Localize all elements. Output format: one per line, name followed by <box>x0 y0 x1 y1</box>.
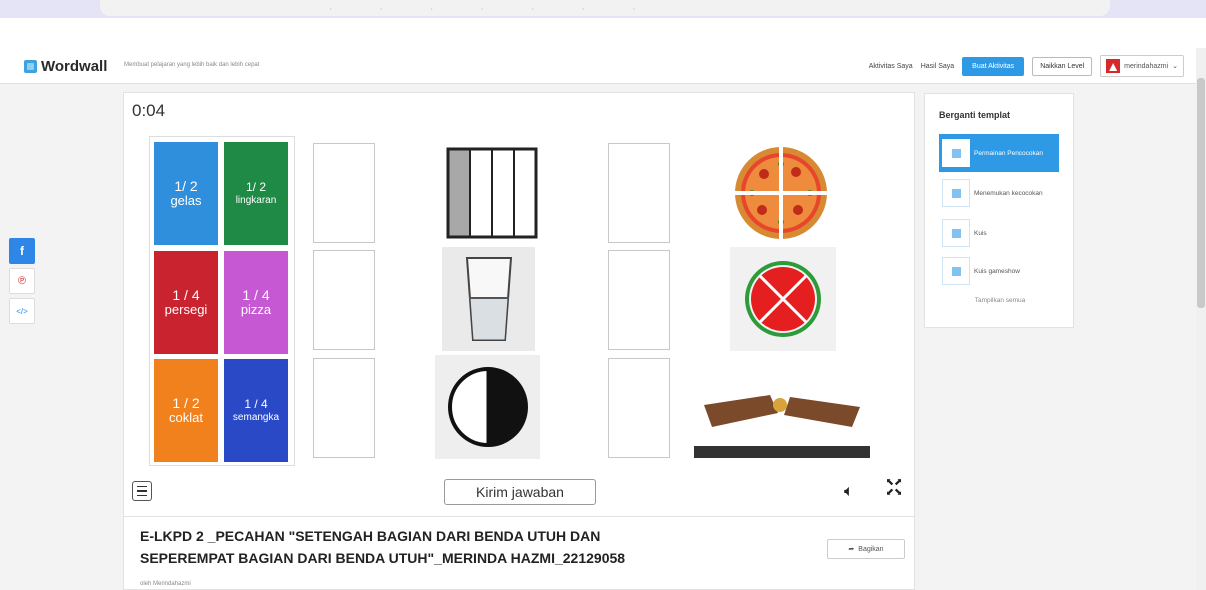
template-label: Kuis gameshow <box>974 267 1020 275</box>
template-label: Menemukan kecocokan <box>974 189 1043 197</box>
logo-text: Wordwall <box>41 58 108 75</box>
watermelon-image <box>730 247 836 351</box>
tile-word: semangka <box>232 411 280 423</box>
square-divided-four-icon <box>446 147 538 239</box>
quiz-template-icon <box>942 219 970 247</box>
embed-share-button[interactable]: </> <box>9 298 35 324</box>
browser-frame: • • • • • • • <box>0 0 1206 48</box>
chevron-down-icon: ⌄ <box>1172 63 1178 70</box>
title-line-2: SEPEREMPAT BAGIAN DARI BENDA UTUH"_MERIN… <box>140 550 626 567</box>
tile-word: pizza <box>240 302 272 318</box>
drop-zone[interactable] <box>608 143 670 243</box>
half-glass-icon <box>465 257 512 341</box>
facebook-icon: f <box>20 244 24 258</box>
tile-fraction: 1/ 2 <box>174 177 198 194</box>
activity-info: E-LKPD 2 _PECAHAN "SETENGAH BAGIAN DARI … <box>123 517 915 590</box>
tile-quarter-square[interactable]: 1 / 4 persegi <box>154 251 218 354</box>
browser-tab-strip: • • • • • • • <box>100 0 1110 16</box>
avatar <box>1106 59 1121 73</box>
chocolate-bar-icon <box>692 355 872 461</box>
drop-zone[interactable] <box>608 250 670 350</box>
scrollbar-thumb[interactable] <box>1197 78 1205 308</box>
glass-image <box>442 247 535 351</box>
page-scrollbar[interactable] <box>1196 48 1206 590</box>
drop-zone[interactable] <box>608 358 670 458</box>
nav-my-activities[interactable]: Aktivitas Saya <box>869 63 913 70</box>
tile-word: gelas <box>170 193 202 209</box>
upgrade-level-button[interactable]: Naikkan Level <box>1032 56 1093 76</box>
tile-fraction: 1 / 4 <box>242 286 270 303</box>
chocolate-image <box>692 355 872 461</box>
tile-quarter-pizza[interactable]: 1 / 4 pizza <box>224 251 288 354</box>
template-matching-game[interactable]: Permainan Pencocokan <box>939 134 1059 172</box>
browser-toolbar <box>0 18 1206 48</box>
game-panel: 0:04 1/ 2 gelas 1/ 2 lingkaran 1 / 4 per… <box>123 92 915 517</box>
game-toolbar: Kirim jawaban 🔈︎ ⬉⬈ ⬋⬊ <box>124 475 914 517</box>
template-find-match[interactable]: Menemukan kecocokan <box>939 174 1059 212</box>
tile-fraction: 1 / 4 <box>172 286 200 303</box>
tile-half-chocolate[interactable]: 1 / 2 coklat <box>154 359 218 462</box>
tile-fraction: 1 / 4 <box>244 397 268 412</box>
fullscreen-icon[interactable]: ⬉⬈ ⬋⬊ <box>881 478 907 498</box>
tile-half-glass[interactable]: 1/ 2 gelas <box>154 142 218 245</box>
tagline: Membuat pelajaran yang lebih baik dan le… <box>124 62 260 68</box>
embed-icon: </> <box>16 306 28 316</box>
circle-half-image <box>435 355 540 459</box>
template-gameshow-quiz[interactable]: Kuis gameshow <box>939 252 1059 290</box>
tile-word: persegi <box>164 302 208 318</box>
watermelon-quarters-icon <box>745 261 821 337</box>
wordwall-logo-icon <box>24 60 37 73</box>
template-panel: Berganti templat Permainan Pencocokan Me… <box>924 93 1074 328</box>
speaker-icon[interactable]: 🔈︎ <box>844 483 854 501</box>
author: oleh Merindahazmi <box>140 581 191 587</box>
answer-tiles-box: 1/ 2 gelas 1/ 2 lingkaran 1 / 4 persegi … <box>149 136 295 466</box>
tile-word: lingkaran <box>235 194 277 206</box>
drop-zone[interactable] <box>313 143 375 243</box>
pizza-image <box>728 141 833 245</box>
template-quiz[interactable]: Kuis <box>939 214 1059 252</box>
create-activity-button[interactable]: Buat Aktivitas <box>962 56 1025 76</box>
top-nav: Aktivitas Saya Hasil Saya Buat Aktivitas… <box>869 55 1184 77</box>
template-label: Permainan Pencocokan <box>974 149 1044 157</box>
username: merindahazmi <box>1124 62 1169 70</box>
title-line-1: E-LKPD 2 _PECAHAN "SETENGAH BAGIAN DARI … <box>140 528 601 544</box>
tile-fraction: 1/ 2 <box>245 180 266 195</box>
square-quarter-image <box>442 141 542 245</box>
menu-button[interactable] <box>132 481 152 501</box>
share-label: Bagikan <box>858 545 884 553</box>
submit-answer-button[interactable]: Kirim jawaban <box>444 479 596 505</box>
tile-quarter-watermelon[interactable]: 1 / 4 semangka <box>224 359 288 462</box>
nav-my-results[interactable]: Hasil Saya <box>921 63 954 70</box>
facebook-share-button[interactable]: f <box>9 238 35 264</box>
pizza-icon <box>732 145 829 241</box>
drop-zone[interactable] <box>313 250 375 350</box>
tile-fraction: 1 / 2 <box>172 394 200 411</box>
find-match-template-icon <box>942 179 970 207</box>
show-all-templates-link[interactable]: Tampilkan semua <box>925 297 1075 304</box>
gameshow-template-icon <box>942 257 970 285</box>
template-label: Kuis <box>974 229 987 237</box>
activity-title: E-LKPD 2 _PECAHAN "SETENGAH BAGIAN DARI … <box>140 525 720 570</box>
template-heading: Berganti templat <box>939 110 1011 120</box>
share-button[interactable]: ➦ Bagikan <box>827 539 905 559</box>
tile-half-circle[interactable]: 1/ 2 lingkaran <box>224 142 288 245</box>
tile-word: coklat <box>169 410 203 426</box>
pinterest-share-button[interactable]: ℗ <box>9 268 35 294</box>
matching-template-icon <box>942 139 970 167</box>
site-header: Wordwall Membuat pelajaran yang lebih ba… <box>0 48 1196 84</box>
drop-zone[interactable] <box>313 358 375 458</box>
share-arrow-icon: ➦ <box>848 546 855 553</box>
pinterest-icon: ℗ <box>17 275 27 287</box>
wordwall-logo[interactable]: Wordwall <box>24 58 107 75</box>
half-circle-icon <box>447 367 528 447</box>
user-menu[interactable]: merindahazmi ⌄ <box>1100 55 1184 77</box>
timer: 0:04 <box>132 101 166 120</box>
